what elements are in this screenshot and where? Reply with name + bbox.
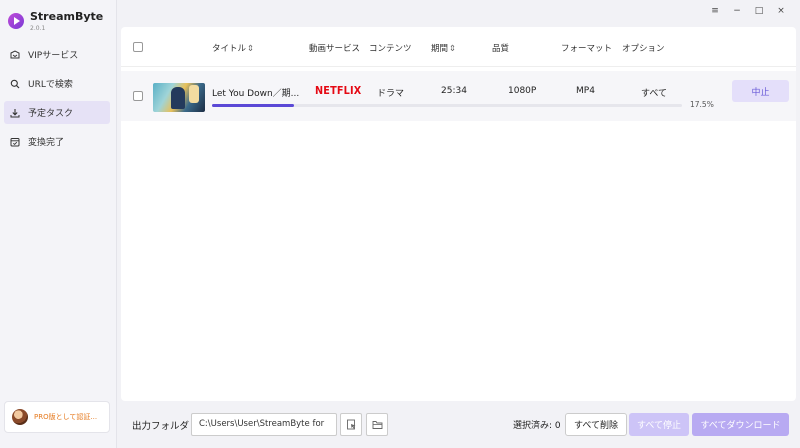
avatar xyxy=(12,409,28,425)
table-row: Let You Down／期... NETFLIX ドラマ 25:34 1080… xyxy=(121,71,796,121)
download-icon xyxy=(10,108,20,118)
close-icon[interactable]: × xyxy=(770,4,792,18)
sort-icon: ⇕ xyxy=(449,44,457,54)
sidebar-item-completed[interactable]: 変換完了 xyxy=(4,130,110,153)
row-duration: 25:34 xyxy=(441,86,467,96)
row-quality: 1080P xyxy=(508,86,537,96)
pro-activation-label: PRO版として認証... xyxy=(34,413,98,421)
sidebar-item-url-search[interactable]: URLで検索 xyxy=(4,72,110,95)
video-thumbnail xyxy=(153,83,205,112)
app-logo-icon xyxy=(8,13,24,29)
footer-bar: 出力フォルダ C:\Users\User\StreamByte for 選択済み… xyxy=(121,401,796,448)
download-progress-label: 17.5% xyxy=(690,100,714,109)
row-checkbox[interactable] xyxy=(133,91,143,101)
app-version: 2.0.1 xyxy=(30,25,46,32)
delete-all-button[interactable]: すべて削除 xyxy=(565,413,627,436)
select-folder-icon xyxy=(346,419,355,430)
header-options: オプション xyxy=(622,44,665,54)
row-option[interactable]: すべて xyxy=(641,86,667,99)
row-content: ドラマ xyxy=(377,89,405,99)
header-title[interactable]: タイトル⇕ xyxy=(212,42,254,54)
minimize-icon[interactable]: − xyxy=(726,4,748,18)
menu-icon[interactable]: ≡ xyxy=(704,4,726,18)
completed-icon xyxy=(10,137,20,147)
header-quality: 品質 xyxy=(492,44,510,54)
maximize-icon[interactable]: □ xyxy=(748,4,770,18)
row-format: MP4 xyxy=(576,86,595,96)
sidebar-item-label: 予定タスク xyxy=(28,109,74,119)
table-header: タイトル⇕ 動画サービス コンテンツ 期間⇕ 品質 フォーマット オプション xyxy=(121,27,796,67)
netflix-logo: NETFLIX xyxy=(315,84,362,97)
header-content: コンテンツ xyxy=(369,44,412,54)
app-brand: StreamByte 2.0.1 xyxy=(8,10,103,32)
open-folder-button[interactable] xyxy=(366,413,388,436)
selected-count: 選択済み: 0 xyxy=(513,421,561,431)
header-service: 動画サービス xyxy=(309,44,361,54)
header-format: フォーマット xyxy=(561,44,613,54)
select-folder-button[interactable] xyxy=(340,413,362,436)
download-progress-fill xyxy=(212,104,295,107)
output-folder-label: 出力フォルダ xyxy=(132,421,190,432)
sidebar-item-label: VIPサービス xyxy=(28,51,79,61)
search-icon xyxy=(10,79,20,89)
pro-activation-button[interactable]: PRO版として認証... xyxy=(4,401,110,433)
vip-icon xyxy=(10,49,20,60)
stop-all-button[interactable]: すべて停止 xyxy=(629,413,689,436)
stop-button[interactable]: 中止 xyxy=(732,80,789,102)
sidebar-item-label: URLで検索 xyxy=(28,80,73,90)
row-title: Let You Down／期... xyxy=(212,89,300,99)
download-progress-bar xyxy=(212,104,682,107)
select-all-checkbox[interactable] xyxy=(133,42,143,52)
sidebar-item-scheduled-tasks[interactable]: 予定タスク xyxy=(4,101,110,124)
sidebar: StreamByte 2.0.1 VIPサービス URLで検索 予定タスク 変換… xyxy=(0,0,117,448)
output-folder-field[interactable]: C:\Users\User\StreamByte for xyxy=(191,413,337,436)
sidebar-nav: VIPサービス URLで検索 予定タスク 変換完了 xyxy=(4,43,110,159)
window-controls: ≡ − □ × xyxy=(704,4,792,18)
header-duration[interactable]: 期間⇕ xyxy=(431,42,456,54)
sidebar-item-label: 変換完了 xyxy=(28,138,65,148)
task-list-panel: タイトル⇕ 動画サービス コンテンツ 期間⇕ 品質 フォーマット オプション L… xyxy=(121,27,796,401)
sidebar-item-vip[interactable]: VIPサービス xyxy=(4,43,110,66)
app-name: StreamByte xyxy=(30,10,104,23)
sort-icon: ⇕ xyxy=(247,44,255,54)
folder-icon xyxy=(372,421,382,429)
download-all-button[interactable]: すべてダウンロード xyxy=(692,413,789,436)
